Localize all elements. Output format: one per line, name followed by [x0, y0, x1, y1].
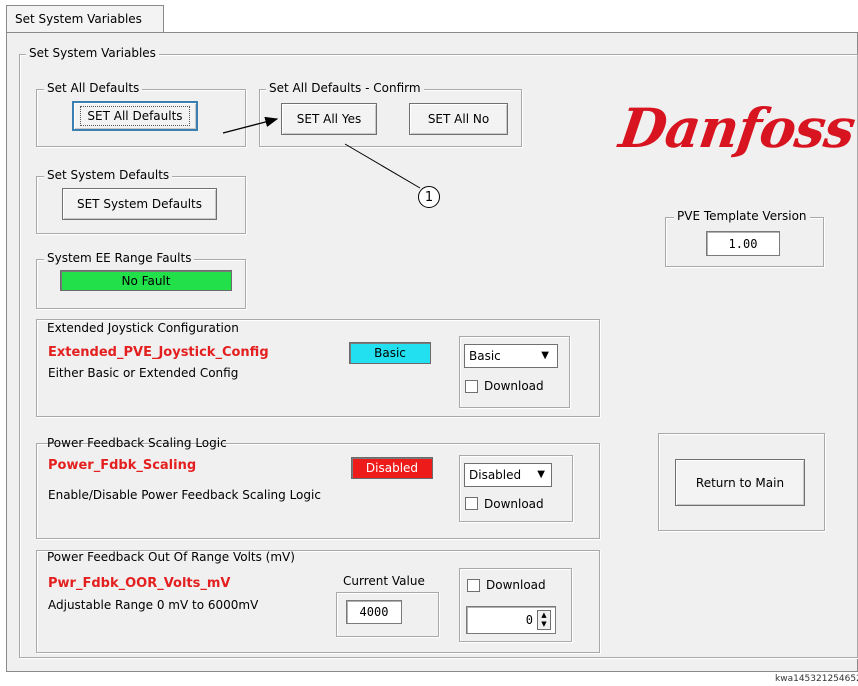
- current-value-display: 4000: [346, 600, 402, 624]
- pve-template-version-title: PVE Template Version: [674, 209, 810, 223]
- joystick-param-name: Extended_PVE_Joystick_Config: [48, 345, 269, 360]
- joystick-description: Either Basic or Extended Config: [48, 366, 239, 380]
- chevron-down-icon: ▼: [537, 469, 545, 480]
- power-scaling-status-indicator: Disabled: [351, 457, 433, 479]
- power-scaling-title: Power Feedback Scaling Logic: [47, 436, 227, 450]
- ee-fault-status-indicator: No Fault: [60, 270, 232, 291]
- ee-range-faults-title: System EE Range Faults: [44, 251, 195, 265]
- power-scaling-download-checkbox[interactable]: [465, 497, 478, 510]
- oor-download-label: Download: [486, 578, 546, 592]
- joystick-config-title: Extended Joystick Configuration: [47, 321, 239, 335]
- arrow-to-set-all-yes: [222, 116, 279, 134]
- figure-id: kwa1453212546529: [775, 674, 858, 684]
- stepper-arrows-icon[interactable]: ▲ ▼: [537, 610, 551, 630]
- stepper-down-icon[interactable]: ▼: [541, 620, 546, 629]
- joystick-config-select[interactable]: Basic ▼: [464, 344, 558, 368]
- joystick-select-value: Basic: [469, 349, 501, 363]
- joystick-status-indicator: Basic: [349, 342, 431, 364]
- power-scaling-status-text: Disabled: [365, 461, 419, 475]
- oor-volts-param-name: Pwr_Fdbk_OOR_Volts_mV: [48, 576, 231, 591]
- callout-leader-line: [344, 143, 421, 189]
- pve-template-version-value: 1.00: [706, 231, 780, 256]
- power-scaling-select[interactable]: Disabled ▼: [464, 463, 552, 487]
- callout-marker: 1: [418, 186, 440, 208]
- oor-stepper-value: 0: [525, 613, 533, 627]
- set-system-defaults-label: SET System Defaults: [76, 197, 202, 211]
- return-to-main-button[interactable]: Return to Main: [675, 459, 805, 506]
- power-scaling-select-value: Disabled: [469, 468, 522, 482]
- chevron-down-icon: ▼: [541, 350, 549, 361]
- oor-download-checkbox[interactable]: [467, 579, 480, 592]
- stepper-up-icon[interactable]: ▲: [541, 611, 546, 620]
- return-to-main-label: Return to Main: [695, 475, 785, 490]
- power-scaling-description: Enable/Disable Power Feedback Scaling Lo…: [48, 488, 321, 502]
- joystick-status-text: Basic: [374, 346, 406, 360]
- danfoss-logo: Danfoss: [615, 96, 858, 160]
- ee-fault-status-text: No Fault: [121, 273, 171, 288]
- power-scaling-download-label: Download: [484, 497, 544, 511]
- power-scaling-param-name: Power_Fdbk_Scaling: [48, 458, 197, 473]
- current-value-label: Current Value: [343, 574, 425, 588]
- oor-volts-title: Power Feedback Out Of Range Volts (mV): [47, 550, 295, 564]
- oor-volts-description: Adjustable Range 0 mV to 6000mV: [48, 598, 259, 612]
- joystick-download-label: Download: [484, 379, 544, 393]
- joystick-download-checkbox[interactable]: [465, 380, 478, 393]
- set-system-defaults-button[interactable]: SET System Defaults: [62, 188, 217, 220]
- set-system-defaults-title: Set System Defaults: [44, 168, 173, 182]
